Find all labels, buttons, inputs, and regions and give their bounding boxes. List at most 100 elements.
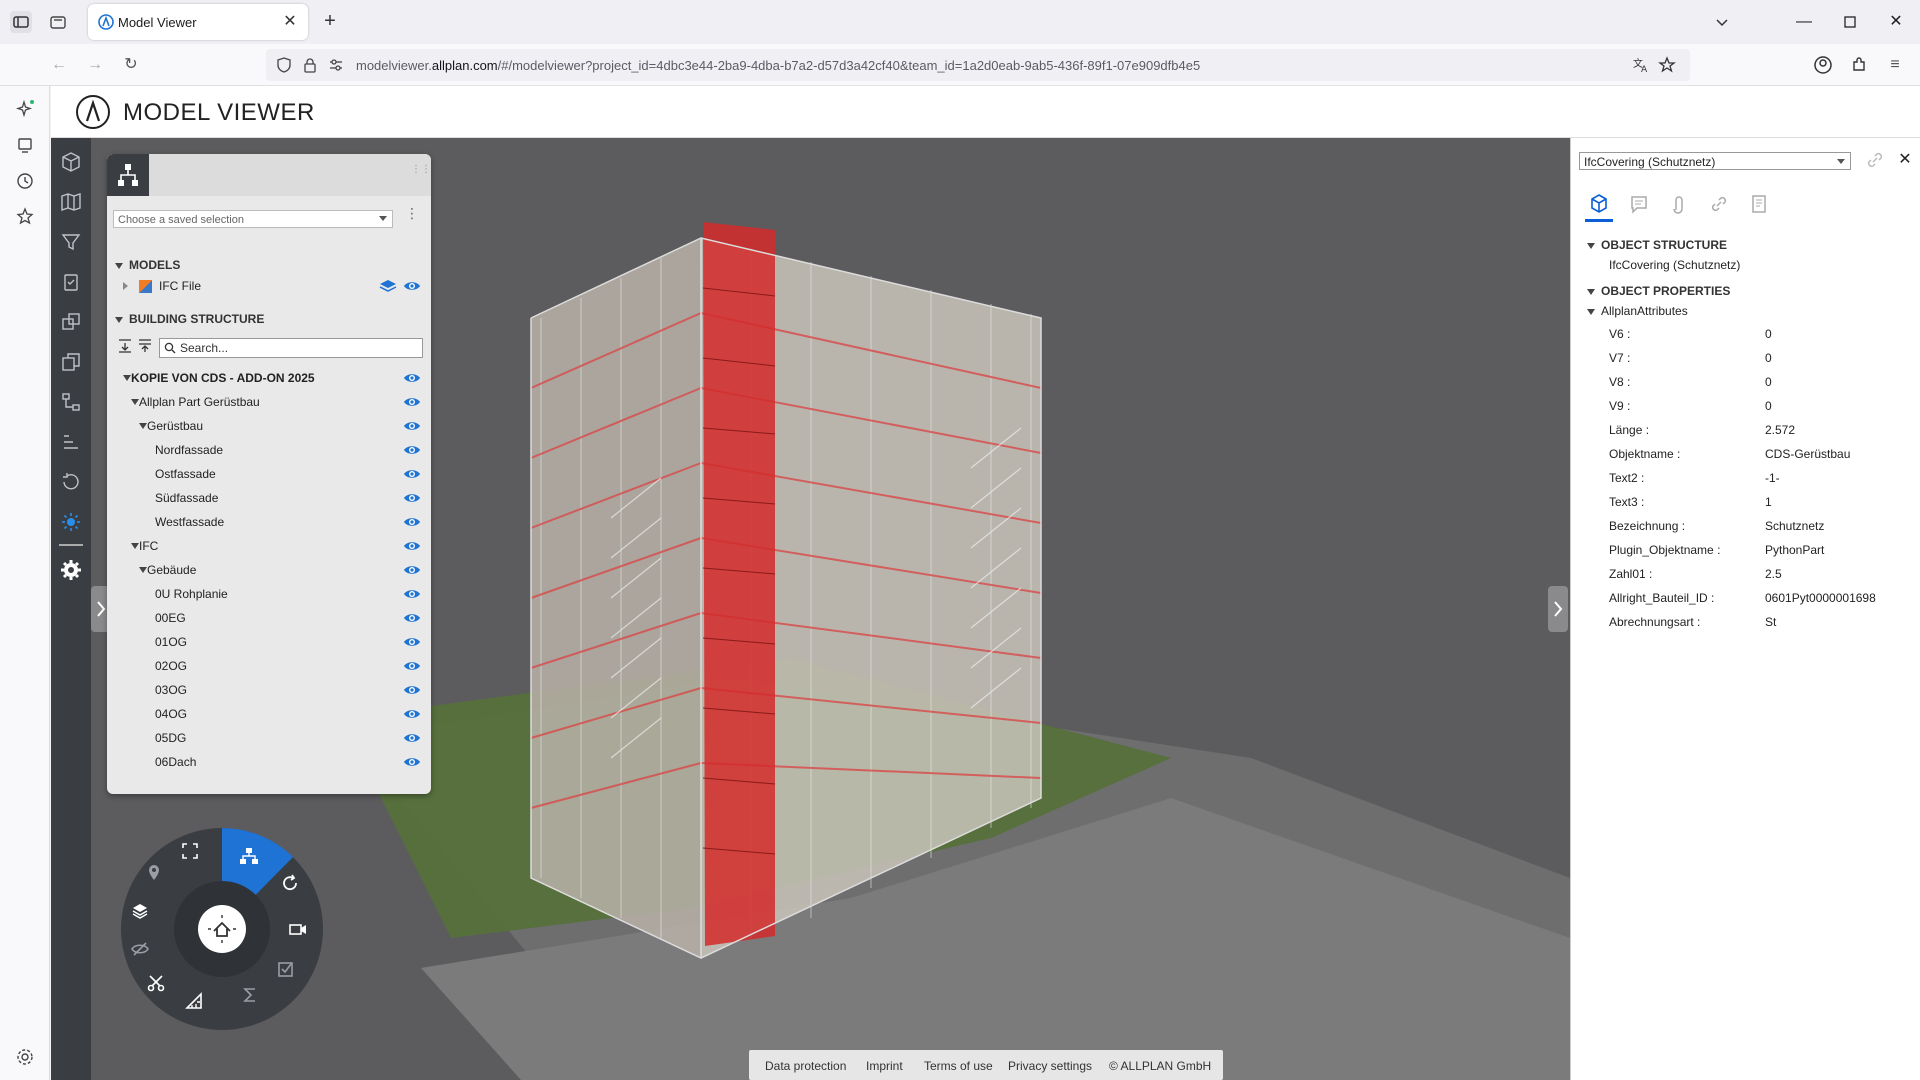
visibility-eye-icon[interactable] (403, 707, 421, 721)
visibility-eye-icon[interactable] (403, 635, 421, 649)
synced-tabs-icon[interactable] (14, 134, 36, 156)
model-row-ifc-file[interactable]: IFC File (107, 276, 431, 296)
settings-gear-icon[interactable] (14, 1046, 36, 1068)
tree-row[interactable]: 03OG (107, 680, 431, 700)
expand-caret-icon[interactable] (131, 543, 139, 549)
model-cube-icon[interactable] (59, 150, 83, 174)
ai-sparkle-icon[interactable] (14, 98, 36, 120)
visibility-eye-icon[interactable] (403, 395, 421, 409)
measure-icon[interactable] (183, 990, 205, 1012)
tree-row[interactable]: 04OG (107, 704, 431, 724)
cut-section-icon[interactable] (145, 972, 167, 994)
navigation-wheel[interactable] (119, 826, 325, 1032)
building-structure-section-toggle[interactable]: BUILDING STRUCTURE (115, 312, 264, 326)
account-icon[interactable] (1812, 54, 1834, 76)
tab-comments[interactable] (1621, 188, 1657, 222)
expand-caret-icon[interactable] (131, 399, 139, 405)
structure-tree-icon[interactable] (237, 844, 261, 868)
tree-row[interactable]: Westfassade (107, 512, 431, 532)
address-bar[interactable]: modelviewer.allplan.com/#/modelviewer?pr… (266, 49, 1690, 81)
expand-caret-icon[interactable] (139, 423, 147, 429)
tree-row[interactable]: 0U Rohplanie (107, 584, 431, 604)
visibility-eye-icon[interactable] (403, 611, 421, 625)
plans-map-icon[interactable] (59, 190, 83, 214)
tree-row[interactable]: KOPIE VON CDS - ADD-ON 2025 (107, 368, 431, 388)
sun-light-icon[interactable] (59, 510, 83, 534)
expand-right-panel-button[interactable] (1548, 586, 1568, 632)
tree-row[interactable]: 06Dach (107, 752, 431, 772)
tree-row[interactable]: Südfassade (107, 488, 431, 508)
unlink-icon[interactable] (1865, 150, 1885, 170)
object-properties-section-toggle[interactable]: OBJECT PROPERTIES (1587, 284, 1730, 298)
structure-search-input[interactable] (159, 338, 423, 358)
bookmark-star-icon[interactable] (1658, 56, 1676, 74)
visibility-eye-icon[interactable] (403, 467, 421, 481)
visibility-eye-icon[interactable] (403, 587, 421, 601)
rotate-icon[interactable] (279, 872, 301, 894)
timeline-icon[interactable] (59, 430, 83, 454)
allplan-attributes-group-toggle[interactable]: AllplanAttributes (1587, 304, 1688, 318)
close-tab-icon[interactable]: ✕ (280, 12, 300, 32)
tab-object-properties[interactable] (1581, 188, 1617, 222)
lock-icon[interactable] (302, 57, 318, 73)
object-structure-section-toggle[interactable]: OBJECT STRUCTURE (1587, 238, 1727, 252)
shield-icon[interactable] (276, 57, 292, 73)
collapse-all-icon[interactable] (137, 338, 153, 354)
minimize-window-button[interactable]: — (1788, 8, 1820, 36)
bookmarks-icon[interactable] (14, 206, 36, 228)
hide-eye-icon[interactable] (129, 938, 151, 960)
visibility-eye-icon[interactable] (403, 491, 421, 505)
visibility-eye-icon[interactable] (403, 371, 421, 385)
settings-gear-icon[interactable] (59, 558, 83, 582)
visibility-eye-icon[interactable] (403, 419, 421, 433)
reload-icon[interactable]: ↻ (120, 54, 142, 76)
tree-row[interactable]: Ostfassade (107, 464, 431, 484)
footer-link-privacy-settings[interactable]: Privacy settings (1008, 1059, 1092, 1073)
hierarchy-icon[interactable] (59, 390, 83, 414)
visibility-eye-icon[interactable] (403, 659, 421, 673)
visibility-eye-icon[interactable] (403, 539, 421, 553)
more-options-icon[interactable]: ⋮ (405, 206, 419, 228)
visibility-eye-icon[interactable] (403, 443, 421, 457)
search-field[interactable] (180, 341, 416, 355)
tree-row[interactable]: 00EG (107, 608, 431, 628)
filter-icon[interactable] (59, 230, 83, 254)
copy-layers-icon[interactable] (59, 350, 83, 374)
tab-list-icon[interactable] (48, 12, 68, 32)
compare-models-icon[interactable] (59, 310, 83, 334)
visibility-eye-icon[interactable] (403, 279, 421, 293)
close-window-button[interactable]: ✕ (1880, 8, 1912, 36)
close-panel-icon[interactable]: ✕ (1895, 150, 1915, 170)
visibility-eye-icon[interactable] (403, 683, 421, 697)
clipboard-check-icon[interactable] (59, 270, 83, 294)
expand-caret-icon[interactable] (123, 375, 131, 381)
tab-model-viewer[interactable]: Model Viewer ✕ (88, 4, 308, 40)
tab-attachments[interactable] (1661, 188, 1697, 222)
visibility-eye-icon[interactable] (403, 755, 421, 769)
layers-icon[interactable] (379, 279, 397, 293)
maximize-window-button[interactable] (1834, 8, 1866, 36)
fullscreen-icon[interactable] (179, 840, 201, 862)
tree-row[interactable]: 01OG (107, 632, 431, 652)
back-arrow-icon[interactable]: ← (48, 54, 70, 76)
selected-object-dropdown[interactable]: IfcCovering (Schutznetz) (1579, 152, 1851, 170)
tab-links[interactable] (1701, 188, 1737, 222)
home-view-icon[interactable] (198, 905, 246, 953)
footer-link-imprint[interactable]: Imprint (866, 1059, 903, 1073)
chevron-down-icon[interactable] (1712, 12, 1732, 32)
footer-link-terms[interactable]: Terms of use (924, 1059, 993, 1073)
expand-all-icon[interactable] (117, 338, 133, 354)
saved-selection-dropdown[interactable]: Choose a saved selection (113, 210, 393, 228)
visibility-eye-icon[interactable] (403, 563, 421, 577)
translate-icon[interactable]: 文A (1632, 56, 1650, 75)
sum-sigma-icon[interactable] (239, 984, 261, 1006)
visibility-eye-icon[interactable] (403, 731, 421, 745)
new-tab-button[interactable]: + (318, 10, 342, 34)
extensions-icon[interactable] (1848, 54, 1870, 76)
checklist-icon[interactable] (275, 958, 297, 980)
drag-handle-icon[interactable]: ⋮⋮ (411, 165, 431, 183)
models-section-toggle[interactable]: MODELS (115, 258, 180, 272)
location-pin-icon[interactable] (143, 862, 165, 884)
history-revert-icon[interactable] (59, 470, 83, 494)
tree-row[interactable]: Allplan Part Gerüstbau (107, 392, 431, 412)
